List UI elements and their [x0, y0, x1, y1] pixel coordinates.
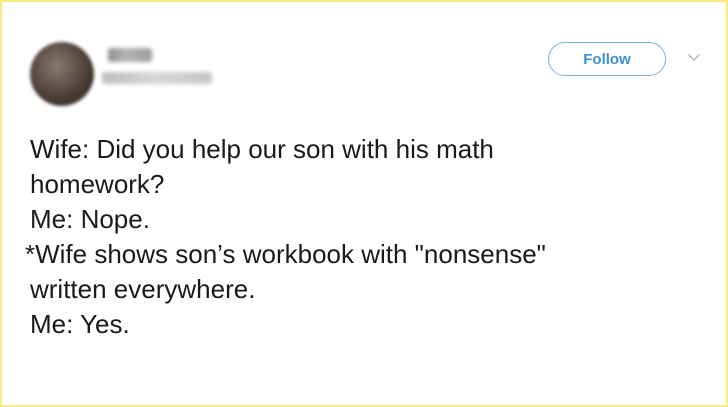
follow-button[interactable]: Follow — [548, 42, 666, 76]
author-info[interactable] — [102, 48, 222, 92]
tweet-line: Me: Nope. — [30, 204, 150, 234]
tweet-line: *Wife shows son’s workbook with "nonsens… — [25, 239, 546, 269]
tweet-line: Me: Yes. — [30, 309, 130, 339]
avatar[interactable] — [30, 42, 94, 106]
chevron-down-icon[interactable] — [686, 50, 702, 66]
author-handle-blurred — [102, 72, 212, 84]
tweet-text: Wife: Did you help our son with his math… — [25, 132, 710, 342]
tweet-header: Follow — [24, 36, 704, 106]
tweet-line: Wife: Did you help our son with his math — [30, 134, 494, 164]
tweet-line: homework? — [30, 169, 165, 199]
tweet-line: written everywhere. — [30, 274, 256, 304]
author-name-blurred — [108, 48, 152, 62]
tweet-card: Follow Wife: Did you help our son with h… — [0, 0, 728, 407]
